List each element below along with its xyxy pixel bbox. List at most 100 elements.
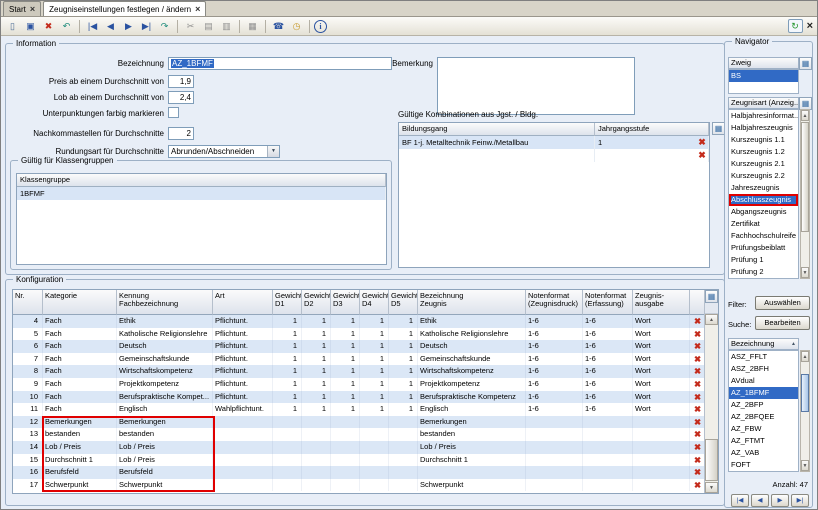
table-row[interactable]: 13bestandenbestandenbestanden✖ [13,428,704,441]
column-header[interactable]: Gewicht D5 [389,290,418,315]
delete-row-icon[interactable]: ✖ [690,466,704,479]
column-header[interactable]: Kategorie [43,290,117,315]
unterpunktungen-checkbox[interactable] [168,107,179,118]
tab-start[interactable]: Start × [3,1,41,16]
column-header[interactable]: Nr. [13,290,43,315]
refresh-button[interactable]: ↻ [788,19,803,33]
scrollbar-thumb[interactable] [705,439,718,481]
clock-icon[interactable]: ◷ [288,18,305,34]
nachkommastellen-input[interactable]: 2 [168,127,194,140]
tab-close-icon[interactable]: × [30,5,35,13]
list-item-zeugnisart[interactable]: Jahreszeugnis [729,182,798,194]
scrollbar-track[interactable] [801,362,809,460]
table-row[interactable]: 4FachEthikPflichtunt.11111Ethik1-61-6Wor… [13,315,704,328]
list-item-bezeichnung[interactable]: ASZ_2BFH [729,363,798,375]
list-item-zeugnisart[interactable]: Kurszeugnis 2.1 [729,158,798,170]
delete-row-icon[interactable]: ✖ [696,149,708,161]
scrollbar-track[interactable] [801,121,809,267]
table-row[interactable]: 11FachEnglischWahlpflichtunt.11111Englis… [13,403,704,416]
record-last-button[interactable]: ▶| [791,494,809,507]
redo-icon[interactable]: ↷ [156,18,173,34]
list-item-zeugnisart[interactable]: Kurszeugnis 1.1 [729,134,798,146]
delete-row-icon[interactable]: ✖ [690,315,704,328]
list-item-zeugnisart[interactable]: Abgangszeugnis [729,206,798,218]
table-row[interactable]: 12BemerkungenBemerkungenBemerkungen✖ [13,416,704,429]
scroll-up-icon[interactable]: ▲ [801,110,809,121]
table-row[interactable]: ✖ [399,149,709,162]
list-item-zeugnisart[interactable]: Prüfungsbeiblatt [729,242,798,254]
table-row[interactable]: 6FachDeutschPflichtunt.11111Deutsch1-61-… [13,340,704,353]
print-icon[interactable]: ▦ [244,18,261,34]
table-options-button[interactable]: ▦ [705,290,718,303]
delete-row-icon[interactable]: ✖ [690,441,704,454]
scroll-down-icon[interactable]: ▼ [705,482,718,493]
column-header[interactable]: Zeugnis- ausgabe [633,290,690,315]
column-header-zeugnisart[interactable]: Zeugnisart (Anzeig... ▲ [728,97,799,109]
column-header[interactable]: Kennung Fachbezeichnung [117,290,213,315]
table-row[interactable]: BF 1-j. Metalltechnik Feinw./Metallbau1✖ [399,136,709,149]
bemerkung-textarea[interactable] [437,57,635,115]
table-row[interactable]: 7FachGemeinschaftskundePflichtunt.11111G… [13,353,704,366]
record-next-button[interactable]: ▶ [771,494,789,507]
preis-input[interactable]: 1,9 [168,75,194,88]
list-item-zeugnisart[interactable]: Kurszeugnis 1.2 [729,146,798,158]
delete-row-icon[interactable]: ✖ [690,328,704,341]
column-header-bildungsgang[interactable]: Bildungsgang [399,123,595,136]
column-header[interactable]: Gewicht D3 [331,290,360,315]
table-row[interactable]: 9FachProjektkompetenzPflichtunt.11111Pro… [13,378,704,391]
cut-icon[interactable]: ✂ [182,18,199,34]
nav-next-icon[interactable]: ▶ [120,18,137,34]
delete-row-icon[interactable]: ✖ [690,416,704,429]
column-header[interactable]: Notenformat (Erfassung) [583,290,633,315]
nav-first-icon[interactable]: |◀ [84,18,101,34]
record-previous-button[interactable]: ◀ [751,494,769,507]
filter-select-button[interactable]: Auswählen [755,296,810,310]
column-header[interactable]: Notenformat (Zeugnisdruck) [526,290,583,315]
table-row[interactable]: 5FachKatholische ReligionslehrePflichtun… [13,328,704,341]
scroll-down-icon[interactable]: ▼ [801,460,809,471]
column-header-bezeichnung[interactable]: Bezeichnung ▲ [728,338,799,350]
vertical-scrollbar[interactable]: ▲ ▼ [800,350,810,472]
nav-last-icon[interactable]: ▶| [138,18,155,34]
close-view-icon[interactable]: × [807,21,813,32]
tab-close-icon[interactable]: × [195,5,200,13]
record-first-button[interactable]: |◀ [731,494,749,507]
list-item-bezeichnung[interactable]: AZ_2BFQEE [729,411,798,423]
scroll-down-icon[interactable]: ▼ [801,267,809,278]
list-item-bezeichnung[interactable]: ASZ_FFLT [729,351,798,363]
table-row[interactable]: 16BerufsfeldBerufsfeld✖ [13,466,704,479]
delete-row-icon[interactable]: ✖ [690,391,704,404]
table-row[interactable]: 8FachWirtschaftskompetenzPflichtunt.1111… [13,365,704,378]
undo-icon[interactable]: ↶ [58,18,75,34]
new-document-icon[interactable]: ▯ [4,18,21,34]
lob-input[interactable]: 2,4 [168,91,194,104]
list-item-bezeichnung[interactable]: AZ_VAB [729,447,798,459]
list-item-zeugnisart[interactable]: Halbjahreszeugnis [729,122,798,134]
list-item-zeugnisart[interactable]: Fachhochschulreife [729,230,798,242]
delete-row-icon[interactable]: ✖ [696,136,708,148]
list-item-zeugnisart[interactable]: Halbjahresinformat... [729,110,798,122]
search-edit-button[interactable]: Bearbeiten [755,316,810,330]
phone-icon[interactable]: ☎ [270,18,287,34]
table-row[interactable]: 14Lob / PreisLob / PreisLob / Preis✖ [13,441,704,454]
table-row[interactable]: 17SchwerpunktSchwerpunktSchwerpunkt✖ [13,479,704,492]
column-header-zweig[interactable]: Zweig [728,57,799,69]
delete-row-icon[interactable]: ✖ [690,428,704,441]
save-icon[interactable]: ▣ [22,18,39,34]
scroll-up-icon[interactable]: ▲ [705,314,718,325]
column-header[interactable]: Gewicht D2 [302,290,331,315]
delete-row-icon[interactable]: ✖ [690,365,704,378]
column-header[interactable]: Gewicht D4 [360,290,389,315]
table-row[interactable]: 1BFMF [17,187,386,200]
column-header[interactable]: Art [213,290,273,315]
column-header[interactable]: Gewicht D1 [273,290,302,315]
list-item-bezeichnung[interactable]: FOFT [729,459,798,471]
nav-previous-icon[interactable]: ◀ [102,18,119,34]
column-header-klassengruppe[interactable]: Klassengruppe [17,174,386,187]
table-row[interactable]: 10FachBerufspraktische Kompet...Pflichtu… [13,391,704,404]
tab-zeugniseinstellungen[interactable]: Zeugniseinstellungen festlegen / ändern … [43,1,206,16]
list-item-zeugnisart[interactable]: Abschlusszeugnis [729,194,798,206]
table-options-button[interactable]: ▦ [799,57,812,70]
list-item-bezeichnung[interactable]: AVdual [729,375,798,387]
list-item-bezeichnung[interactable]: AZ_2BFP [729,399,798,411]
